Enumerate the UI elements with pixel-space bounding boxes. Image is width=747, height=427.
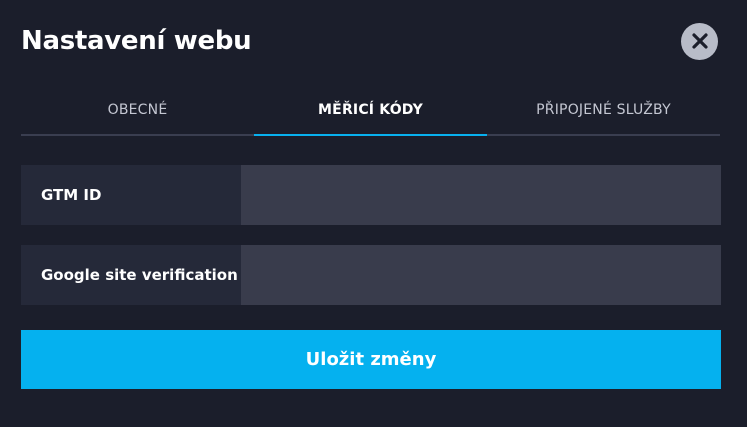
google-verification-input[interactable] — [241, 245, 721, 305]
modal-title: Nastavení webu — [21, 26, 252, 56]
google-verification-label: Google site verification — [21, 245, 241, 305]
gtm-id-label: GTM ID — [21, 165, 241, 225]
gtm-id-input[interactable] — [241, 165, 721, 225]
save-button[interactable]: Uložit změny — [21, 330, 721, 389]
tab-bar: OBECNÉ MĚŘICÍ KÓDY PŘIPOJENÉ SLUŽBY — [21, 86, 720, 136]
modal-header: Nastavení webu — [21, 18, 721, 62]
close-icon — [691, 33, 708, 49]
close-button[interactable] — [681, 22, 718, 60]
tab-general[interactable]: OBECNÉ — [21, 86, 254, 134]
tab-connected-services[interactable]: PŘIPOJENÉ SLUŽBY — [487, 86, 720, 134]
gtm-id-row: GTM ID — [21, 165, 721, 225]
settings-modal: Nastavení webu OBECNÉ MĚŘICÍ KÓDY PŘIPOJ… — [0, 0, 747, 427]
tab-tracking-codes[interactable]: MĚŘICÍ KÓDY — [254, 86, 487, 136]
google-verification-row: Google site verification — [21, 245, 721, 305]
